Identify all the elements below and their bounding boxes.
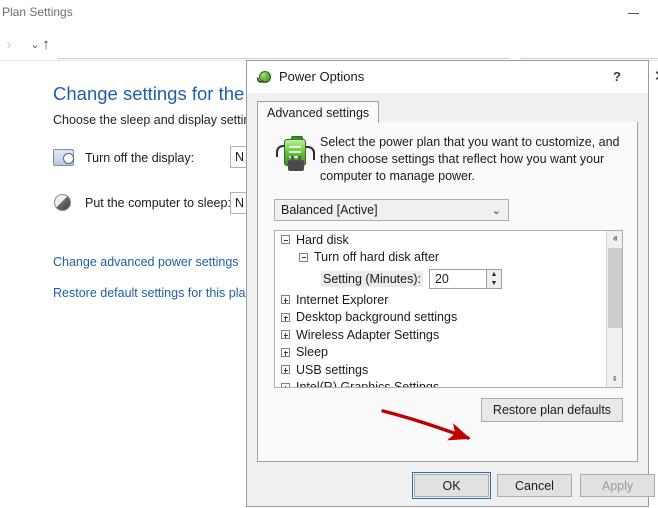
tree-item[interactable]: Wireless Adapter Settings	[275, 326, 607, 344]
restore-plan-defaults-button[interactable]: Restore plan defaults	[481, 398, 623, 422]
tree-item[interactable]: Hard disk	[275, 231, 607, 249]
tree-item-label: Internet Explorer	[296, 292, 389, 307]
collapse-icon[interactable]	[281, 235, 290, 245]
put-computer-to-sleep-label: Put the computer to sleep:	[85, 196, 231, 210]
stepper-down-icon[interactable]: ▼	[487, 279, 501, 288]
tree-item-label: USB settings	[296, 362, 369, 377]
tree-item[interactable]: Desktop background settings	[275, 309, 607, 327]
scroll-up-icon[interactable]: ⱏ	[607, 231, 622, 247]
link-restore-default-settings[interactable]: Restore default settings for this plan	[53, 286, 252, 300]
scrollbar-thumb[interactable]	[608, 248, 622, 328]
link-change-advanced-power-settings[interactable]: Change advanced power settings	[53, 255, 239, 269]
window-title: Plan Settings	[2, 5, 73, 19]
up-icon[interactable]: ↑	[35, 33, 57, 55]
tab-strip: Advanced settings	[257, 101, 638, 123]
tree-item-label: Turn off hard disk after	[314, 250, 440, 265]
setting-minutes-value: 20	[434, 271, 449, 286]
page-subtitle: Choose the sleep and display setting	[53, 113, 258, 127]
expand-icon[interactable]	[281, 382, 290, 387]
power-plan-select[interactable]: Balanced [Active] ⌄	[274, 199, 509, 221]
tree-item[interactable]: Internet Explorer	[275, 291, 607, 309]
expand-icon[interactable]	[281, 347, 290, 357]
setting-minutes-stepper[interactable]: ▲ ▼	[485, 268, 502, 289]
expand-icon[interactable]	[281, 312, 290, 322]
screenshot-root: Plan Settings › ⌄ ↑ « Hardware and Sound…	[0, 0, 658, 508]
tree-item[interactable]: Intel(R) Graphics Settings	[275, 379, 607, 388]
expand-icon[interactable]	[281, 365, 290, 375]
dialog-title: Power Options	[279, 69, 365, 84]
tree-item-label: Desktop background settings	[296, 310, 458, 325]
tab-advanced-settings[interactable]: Advanced settings	[257, 101, 380, 123]
power-options-dialog: Power Options ? ✕ Advanced settings Sele…	[246, 60, 658, 507]
chevron-down-icon: ⌄	[491, 205, 501, 217]
moon-icon	[54, 194, 71, 211]
tree-item-label: Hard disk	[296, 232, 349, 247]
power-plan-selected-value: Balanced [Active]	[281, 203, 378, 217]
tree-item[interactable]: Turn off hard disk after	[275, 249, 607, 267]
address-bar: › ⌄ ↑ « Hardware and Sound › Power Optio…	[0, 27, 658, 83]
expand-icon[interactable]	[281, 295, 290, 305]
tree-item-label: Sleep	[296, 345, 328, 360]
setting-minutes-label: Setting (Minutes):	[321, 270, 423, 287]
power-options-icon	[256, 69, 273, 85]
explorer-title-bar: Plan Settings	[0, 0, 658, 27]
scroll-down-icon[interactable]: ⱛ	[607, 371, 622, 387]
forward-icon[interactable]: ›	[0, 33, 18, 55]
minimize-button[interactable]	[620, 2, 646, 24]
battery-plug-icon	[276, 136, 316, 176]
tree-item-label: Intel(R) Graphics Settings	[296, 380, 440, 388]
cancel-button[interactable]: Cancel	[497, 474, 572, 497]
apply-button[interactable]: Apply	[580, 474, 655, 497]
setting-minutes-input[interactable]: 20 ▲ ▼	[428, 268, 502, 289]
close-icon[interactable]: ✕	[647, 63, 658, 89]
tree-item[interactable]: Sleep	[275, 344, 607, 362]
tree-item-label: Wireless Adapter Settings	[296, 327, 440, 342]
tree-item[interactable]: USB settings	[275, 361, 607, 379]
turn-off-display-label: Turn off the display:	[85, 151, 195, 165]
dialog-description: Select the power plan that you want to c…	[320, 135, 620, 183]
setting-minutes-row: Setting (Minutes): 20 ▲ ▼	[275, 266, 607, 291]
advanced-settings-tree[interactable]: Hard disk Turn off hard disk after Setting…	[274, 230, 623, 388]
dialog-title-bar: Power Options	[247, 61, 648, 93]
help-icon[interactable]: ?	[604, 63, 630, 89]
stepper-up-icon[interactable]: ▲	[487, 270, 501, 279]
advanced-settings-panel: Select the power plan that you want to c…	[257, 122, 638, 462]
monitor-icon	[53, 149, 74, 166]
ok-button[interactable]: OK	[412, 472, 491, 499]
collapse-icon[interactable]	[299, 252, 308, 262]
expand-icon[interactable]	[281, 330, 290, 340]
tree-scrollbar[interactable]: ⱏ ⱛ	[606, 231, 622, 387]
